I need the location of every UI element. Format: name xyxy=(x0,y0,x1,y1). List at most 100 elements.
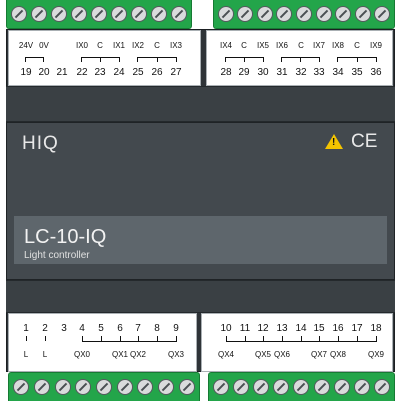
terminal-number: 4 xyxy=(79,323,85,334)
terminal-number: 19 xyxy=(20,67,32,78)
terminal-number: 21 xyxy=(56,67,68,78)
connection-tick xyxy=(119,57,120,62)
terminal-screw-4[interactable] xyxy=(75,379,92,395)
terminal-number: 1 xyxy=(23,323,29,334)
connection-tick xyxy=(357,57,358,62)
terminal-number: 33 xyxy=(313,67,325,78)
top-label: C xyxy=(298,41,304,50)
brand-logo: HIQ xyxy=(22,133,59,154)
bottom-label: QX3 xyxy=(167,350,185,359)
terminal-screw-29[interactable] xyxy=(237,6,254,22)
bottom-label: QX9 xyxy=(367,350,385,359)
lower-band xyxy=(6,280,395,313)
terminal-screw-28[interactable] xyxy=(217,6,234,22)
terminal-number: 9 xyxy=(173,323,179,334)
terminal-screw-11[interactable] xyxy=(233,379,250,395)
connection-tick xyxy=(25,57,26,62)
bottom-label: QX5 xyxy=(254,350,272,359)
terminal-screw-8[interactable] xyxy=(157,379,174,395)
terminal-number: 2 xyxy=(42,323,48,334)
bottom-label: QX8 xyxy=(329,350,347,359)
bottom-label: QX2 xyxy=(129,350,147,359)
bottom-label: L xyxy=(42,350,48,359)
model-name: LC-10-IQ xyxy=(24,226,107,248)
terminal-number: 10 xyxy=(220,323,232,334)
terminal-number: 36 xyxy=(370,67,382,78)
top-label: IX3 xyxy=(169,41,183,50)
terminal-number: 34 xyxy=(332,67,344,78)
terminal-number: 30 xyxy=(257,67,269,78)
terminal-number: 25 xyxy=(132,67,144,78)
connection-tick xyxy=(263,57,264,62)
terminal-number: 20 xyxy=(38,67,50,78)
connection-tick xyxy=(137,57,138,62)
ce-mark: CE xyxy=(351,131,378,152)
terminal-screw-5[interactable] xyxy=(95,379,112,395)
terminal-number: 16 xyxy=(332,323,344,334)
connection-tick xyxy=(281,57,282,62)
bottom-left-label-panel xyxy=(8,313,197,372)
terminal-screw-18[interactable] xyxy=(373,379,390,395)
connection-line xyxy=(25,57,44,58)
terminal-screw-19[interactable] xyxy=(11,6,27,22)
connection-tick xyxy=(225,57,226,62)
top-label: IX2 xyxy=(131,41,145,50)
terminal-screw-24[interactable] xyxy=(111,6,127,22)
bottom-label: L xyxy=(23,350,29,359)
terminal-screw-30[interactable] xyxy=(256,6,273,22)
bottom-label: QX0 xyxy=(73,350,91,359)
terminal-screw-16[interactable] xyxy=(333,379,350,395)
terminal-number: 6 xyxy=(117,323,123,334)
terminal-number: 32 xyxy=(295,67,307,78)
terminal-number: 22 xyxy=(76,67,88,78)
top-label: C xyxy=(241,41,247,50)
terminal-screw-26[interactable] xyxy=(151,6,167,22)
terminal-screw-15[interactable] xyxy=(313,379,330,395)
terminal-number: 27 xyxy=(170,67,182,78)
terminal-screw-35[interactable] xyxy=(354,6,371,22)
bottom-right-label-panel xyxy=(201,313,393,372)
terminal-screw-2[interactable] xyxy=(33,379,50,395)
terminal-screw-6[interactable] xyxy=(116,379,133,395)
terminal-screw-34[interactable] xyxy=(335,6,352,22)
top-label: C xyxy=(97,41,103,50)
terminal-screw-22[interactable] xyxy=(71,6,87,22)
terminal-screw-3[interactable] xyxy=(54,379,71,395)
terminal-screw-20[interactable] xyxy=(31,6,47,22)
model-description: Light controller xyxy=(24,250,90,261)
connection-tick xyxy=(81,57,82,62)
terminal-number: 13 xyxy=(276,323,288,334)
terminal-screw-25[interactable] xyxy=(131,6,147,22)
terminal-screw-1[interactable] xyxy=(13,379,30,395)
terminal-number: 23 xyxy=(94,67,106,78)
terminal-screw-10[interactable] xyxy=(213,379,230,395)
terminal-screw-17[interactable] xyxy=(353,379,370,395)
connection-tick xyxy=(26,336,27,341)
terminal-screw-32[interactable] xyxy=(295,6,312,22)
terminal-screw-9[interactable] xyxy=(178,379,195,395)
top-label: IX5 xyxy=(256,41,270,50)
terminal-screw-21[interactable] xyxy=(51,6,67,22)
top-label: IX8 xyxy=(331,41,345,50)
terminal-number: 29 xyxy=(238,67,250,78)
terminal-number: 24 xyxy=(113,67,125,78)
connection-tick xyxy=(43,57,44,62)
terminal-screw-23[interactable] xyxy=(91,6,107,22)
terminal-screw-7[interactable] xyxy=(137,379,154,395)
terminal-screw-14[interactable] xyxy=(293,379,310,395)
terminal-screw-36[interactable] xyxy=(374,6,391,22)
top-label: IX0 xyxy=(75,41,89,50)
top-label: C xyxy=(154,41,160,50)
top-label: IX9 xyxy=(369,41,383,50)
terminal-screw-31[interactable] xyxy=(276,6,293,22)
terminal-screw-33[interactable] xyxy=(315,6,332,22)
bottom-left-terminal-block xyxy=(8,372,200,401)
connection-tick xyxy=(300,57,301,62)
connection-tick xyxy=(45,336,46,341)
top-right-terminal-block xyxy=(213,0,395,29)
terminal-screw-12[interactable] xyxy=(253,379,270,395)
terminal-screw-27[interactable] xyxy=(171,6,187,22)
top-label: 0V xyxy=(39,41,49,50)
terminal-screw-13[interactable] xyxy=(273,379,290,395)
bottom-label: QX6 xyxy=(273,350,291,359)
